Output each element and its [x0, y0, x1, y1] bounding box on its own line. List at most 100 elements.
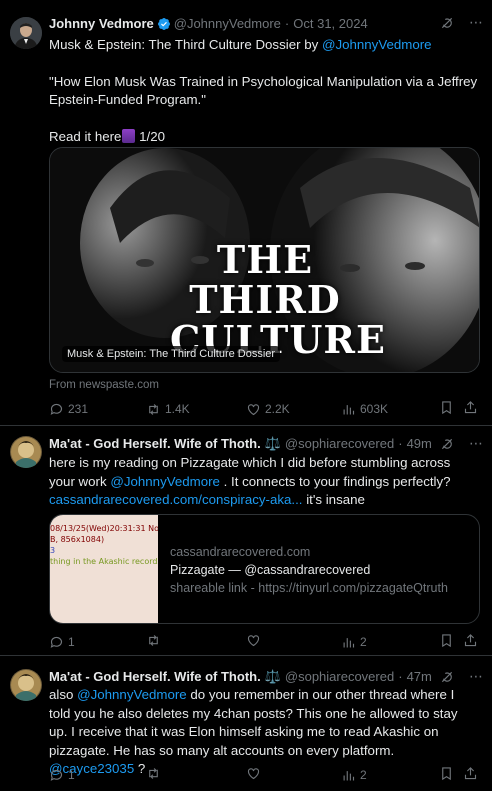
repost-icon — [149, 403, 158, 415]
scales-emoji-icon: ⚖️ — [264, 436, 281, 451]
share-button[interactable] — [463, 633, 478, 648]
separator-dot: · — [284, 16, 290, 31]
reply-count: 231 — [68, 402, 89, 416]
reply-icon — [50, 403, 63, 415]
reply-icon — [50, 769, 63, 781]
like-button[interactable] — [246, 633, 261, 648]
tweet-1[interactable]: Johnny Vedmore @JohnnyVedmore · Oct 31, … — [0, 0, 492, 425]
reply-button[interactable]: 231 — [49, 400, 88, 418]
text-part-2: . It connects to your findings perfectly… — [219, 473, 451, 489]
thread-count: 1/20 — [135, 128, 166, 144]
like-count: 2.2K — [265, 402, 290, 416]
share-button[interactable] — [463, 766, 478, 781]
bookmark-button[interactable] — [439, 400, 454, 415]
view-count: 2 — [360, 635, 367, 649]
bookmark-button[interactable] — [439, 766, 454, 781]
thumb-line-2: B, 856x1084) — [50, 535, 105, 544]
separator-dot: · — [398, 436, 403, 451]
thumb-line-3: 3 — [50, 546, 56, 555]
image-caption: Musk & Epstein: The Third Culture Dossie… — [62, 346, 281, 362]
views-icon — [343, 637, 355, 647]
heart-icon — [247, 635, 260, 647]
grok-icon[interactable] — [440, 670, 454, 684]
image-headline: THE THIRD CULTURE — [170, 237, 385, 360]
mention-link[interactable]: @JohnnyVedmore — [110, 474, 220, 489]
tweet-header: Ma'at - God Herself. Wife of Thoth. ⚖️ @… — [49, 668, 482, 686]
tweet-actions: 231 1.4K 2.2K 603K — [49, 400, 482, 420]
card-domain: cassandrarecovered.com — [170, 545, 311, 559]
headline-line-1: THE — [216, 237, 314, 282]
tweet-actions: 1 2 — [49, 766, 482, 786]
card-thumbnail: 08/13/25(Wed)20:31:31 No.5 B, 856x1084) … — [50, 515, 158, 623]
view-count: 2 — [360, 768, 367, 782]
scales-emoji-icon: ⚖️ — [264, 669, 281, 684]
article-image[interactable]: THE THIRD CULTURE Musk & Epstein: The Th… — [49, 147, 480, 373]
more-options-icon[interactable]: ⋯ — [469, 667, 484, 685]
thumb-line-1: 08/13/25(Wed)20:31:31 No.5 — [50, 524, 158, 533]
more-options-icon[interactable]: ⋯ — [469, 13, 484, 31]
bookmark-icon — [442, 634, 451, 648]
view-count: 603K — [360, 402, 389, 416]
mention-link[interactable]: @JohnnyVedmore — [77, 687, 187, 702]
author-name[interactable]: Ma'at - God Herself. Wife of Thoth. — [49, 668, 261, 686]
like-button[interactable] — [246, 766, 261, 781]
reply-button[interactable]: 1 — [49, 633, 75, 651]
mention-link[interactable]: @JohnnyVedmore — [322, 37, 432, 52]
reply-tweet-1[interactable]: Ma'at - God Herself. Wife of Thoth. ⚖️ @… — [0, 426, 492, 655]
text-part-3: it's insane — [302, 492, 365, 507]
heart-icon — [247, 403, 260, 415]
views-icon — [343, 404, 355, 414]
link-card[interactable]: 08/13/25(Wed)20:31:31 No.5 B, 856x1084) … — [49, 514, 480, 624]
text-part-1: also — [49, 687, 78, 702]
tweet-header: Ma'at - God Herself. Wife of Thoth. ⚖️ @… — [49, 435, 482, 453]
author-handle[interactable]: @sophiarecovered — [285, 435, 394, 453]
url-link[interactable]: cassandrarecovered.com/conspiracy-aka... — [49, 492, 303, 507]
avatar[interactable] — [10, 17, 42, 49]
author-name[interactable]: Johnny Vedmore — [49, 15, 154, 33]
repost-icon — [149, 635, 158, 646]
link-source[interactable]: From newspaste.com — [49, 376, 159, 394]
share-icon — [464, 767, 477, 780]
bookmark-icon — [442, 401, 451, 415]
like-button[interactable]: 2.2K — [246, 400, 290, 418]
timestamp[interactable]: 49m — [407, 435, 432, 453]
author-handle[interactable]: @sophiarecovered — [285, 668, 394, 686]
more-options-icon[interactable]: ⋯ — [469, 434, 484, 452]
reply-button[interactable]: 1 — [49, 766, 75, 784]
quote-line: "How Elon Musk Was Trained in Psychologi… — [49, 73, 478, 108]
tweet-text: also @JohnnyVedmore do you remember in o… — [49, 686, 478, 779]
reply-count: 1 — [68, 768, 75, 782]
avatar[interactable] — [10, 436, 42, 468]
verified-badge-icon — [157, 18, 170, 30]
timestamp[interactable]: 47m — [407, 668, 432, 686]
reply-tweet-2[interactable]: Ma'at - God Herself. Wife of Thoth. ⚖️ @… — [0, 656, 492, 791]
heart-icon — [247, 768, 260, 780]
reply-icon — [50, 636, 63, 648]
repost-count: 1.4K — [165, 402, 190, 416]
repost-icon — [149, 768, 158, 779]
avatar[interactable] — [10, 669, 42, 701]
author-handle[interactable]: @JohnnyVedmore — [174, 15, 281, 33]
tweet-text: Musk & Epstein: The Third Culture Dossie… — [49, 36, 478, 146]
separator-dot: · — [398, 669, 403, 684]
bookmark-icon — [442, 767, 451, 781]
views-button[interactable]: 2 — [341, 633, 367, 651]
views-button[interactable]: 2 — [341, 766, 367, 784]
repost-button[interactable] — [146, 633, 161, 648]
card-description: shareable link - https://tinyurl.com/piz… — [170, 581, 448, 595]
views-button[interactable]: 603K — [341, 400, 388, 418]
timestamp[interactable]: Oct 31, 2024 — [293, 15, 367, 33]
tweet-text: here is my reading on Pizzagate which I … — [49, 454, 478, 510]
repost-button[interactable] — [146, 766, 161, 781]
bookmark-button[interactable] — [439, 633, 454, 648]
share-icon — [464, 634, 477, 647]
card-title: Pizzagate — @cassandrarecovered — [170, 563, 371, 577]
repost-button[interactable]: 1.4K — [146, 400, 190, 418]
author-name[interactable]: Ma'at - God Herself. Wife of Thoth. — [49, 435, 261, 453]
views-icon — [343, 770, 355, 780]
share-icon — [464, 401, 477, 414]
grok-icon[interactable] — [440, 16, 454, 30]
text-prefix: Musk & Epstein: The Third Culture Dossie… — [49, 37, 322, 52]
grok-icon[interactable] — [440, 437, 454, 451]
share-button[interactable] — [463, 400, 478, 415]
